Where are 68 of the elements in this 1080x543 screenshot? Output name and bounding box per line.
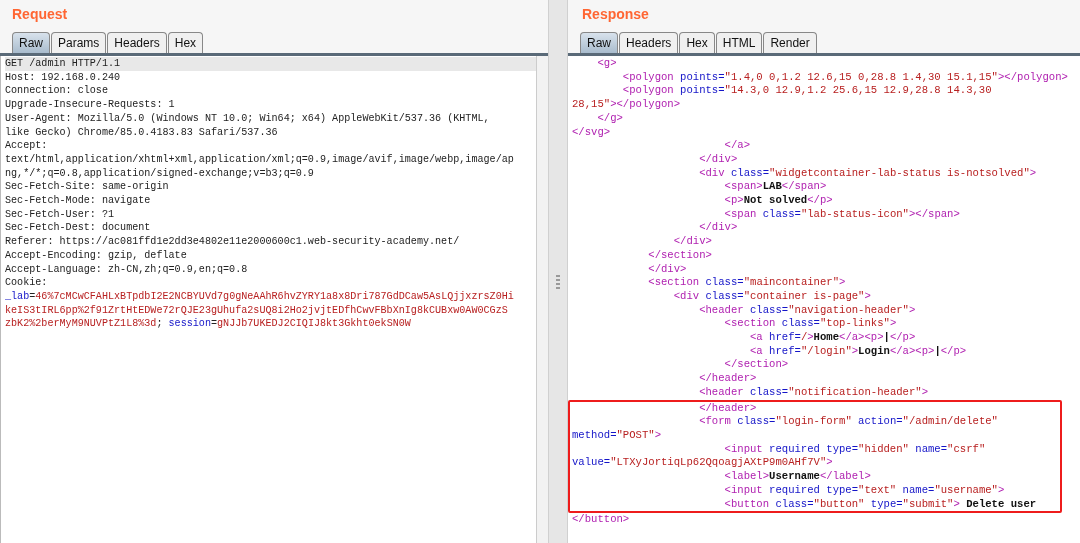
code-line: Referer: https://ac081ffd1e2dd3e4802e11e2000600c1.web-security-academy.net/: [5, 235, 461, 249]
code-line: value="LTXyJortiqLp62QqoagjAXtP9m0AHf7V">: [572, 456, 834, 471]
code-line: Upgrade-Insecure-Requests: 1: [5, 98, 176, 112]
code-line: Sec-Fetch-Dest: document: [5, 221, 152, 236]
code-line: <polygon points="1.4,0 0,1.2 12.6,15 0,28.8 1.4,30 15.1,15"></polygon>: [621, 70, 1069, 85]
code-line: _lab=46%7cMCwCFAHLxBTpdbI2E2NCBYUVd7g0gNeAAhR6hvZYRY1a8x8Dri787GdDCaw5AsLQjjxzrsZ0Hi: [5, 289, 515, 304]
code-line: </div>: [647, 262, 688, 277]
code-line: <g>: [596, 57, 618, 71]
code-line: </a>: [723, 139, 751, 153]
code-line: <section class="top-links">: [723, 317, 898, 332]
code-line: </g>: [596, 111, 624, 126]
tab[interactable]: Headers: [107, 32, 167, 53]
tab[interactable]: Hex: [679, 32, 715, 53]
code-line: Connection: close: [5, 84, 109, 99]
code-line: <a href="/login">Login</a><p>|</p>: [749, 344, 968, 359]
code-line: <polygon points="14.3,0 12.9,1.2 25.6,15 12.9,28.8 14.3,30: [621, 84, 993, 99]
code-line: 28,15"></polygon>: [572, 98, 682, 112]
code-line: <header class="navigation-header">: [698, 303, 917, 318]
code-line: <label>Username</label>: [723, 470, 872, 484]
code-line: </section>: [723, 358, 790, 373]
code-line: Accept:: [5, 139, 49, 153]
tab[interactable]: Raw: [580, 32, 618, 53]
code-line: Cookie:: [5, 276, 49, 290]
code-line: <div class="widgetcontainer-lab-status is-notsolved">: [698, 166, 1038, 181]
code-line: </div>: [672, 235, 713, 249]
scrollbar[interactable]: [536, 56, 548, 543]
code-line: <input required type="text" name="username">: [723, 483, 1006, 498]
code-line: <a href=/>Home</a><p>|</p>: [749, 331, 917, 345]
code-line: <header class="notification-header">: [698, 385, 930, 400]
code-line: Accept-Encoding: gzip, deflate: [5, 248, 188, 263]
code-line: <span class="lab-status-icon"></span>: [723, 207, 961, 222]
code-line: User-Agent: Mozilla/5.0 (Windows NT 10.0; Win64; x64) AppleWebKit/537.36 (KHTML,: [5, 111, 491, 126]
code-line: <form class="login-form" action="/admin/delete": [698, 415, 999, 429]
code-line: <button class="button" type="submit"> Delete user: [723, 497, 1038, 512]
tab[interactable]: Params: [51, 32, 107, 53]
code-line: Sec-Fetch-Site: same-origin: [5, 180, 170, 195]
code-line: Sec-Fetch-Mode: navigate: [5, 194, 152, 208]
splitter-handle[interactable]: [556, 274, 560, 289]
code-line: <p>Not solved</p>: [723, 194, 834, 208]
code-line: </header>: [698, 372, 758, 386]
code-line: <input required type="hidden" name="csrf": [723, 442, 987, 457]
code-line: Sec-Fetch-User: ?1: [5, 207, 116, 222]
code-line: </div>: [698, 152, 739, 167]
code-line: ng,*/*;q=0.8,application/signed-exchange;v=b3;q=0.9: [5, 166, 315, 181]
code-line: <span>LAB</span>: [723, 180, 828, 195]
tab[interactable]: HTML: [715, 32, 763, 53]
code-line: <section class="maincontainer">: [647, 276, 847, 290]
code-editor[interactable]: [0, 56, 548, 543]
code-line: </svg>: [572, 125, 612, 140]
code-line: </header>: [698, 401, 758, 416]
code-line: </button>: [572, 513, 631, 527]
panel-title: Request: [11, 5, 69, 24]
code-line: Host: 192.168.0.240: [5, 70, 122, 85]
code-line: text/html,application/xhtml+xml,application/xml;q=0.9,image/avif,image/webp,image/ap: [5, 152, 515, 167]
code-line: like Gecko) Chrome/85.0.4183.83 Safari/537.36: [5, 125, 279, 140]
code-line: keIS3tIRL6pp%2f91ZrtHtEDWe72rQJE23gUhufa2sUQ8i2Ho2jvjtEDfhCwvFBbXnIg8kCUBxw0AW0CGzS: [5, 303, 509, 318]
code-line: </section>: [647, 248, 713, 263]
code-line: </div>: [698, 221, 739, 236]
tab[interactable]: Render: [763, 32, 817, 53]
tab[interactable]: Raw: [12, 32, 50, 53]
code-editor[interactable]: [568, 56, 1080, 543]
code-line: Accept-Language: zh-CN,zh;q=0.9,en;q=0.8: [5, 262, 249, 277]
code-line: zbK2%2berMyM9NUVPtZ1L8%3d; session=gNJJb7UKEDJ2CIQIJ8kt3Gkht0ekSN0W: [5, 317, 412, 332]
code-line: <div class="container is-page">: [672, 289, 872, 304]
code-line: method="POST">: [572, 429, 663, 443]
panel-title: Response: [581, 5, 650, 24]
tab[interactable]: Hex: [167, 32, 204, 53]
tab[interactable]: Headers: [619, 32, 679, 53]
